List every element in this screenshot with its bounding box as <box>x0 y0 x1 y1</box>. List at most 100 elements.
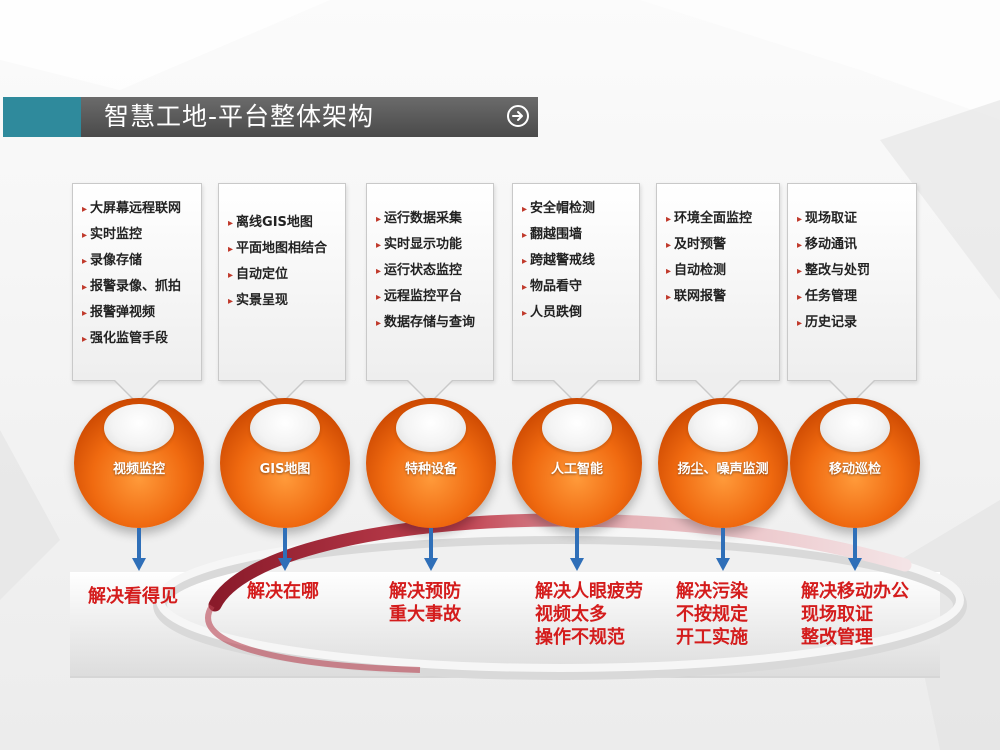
triangle-bullet-icon: ▸ <box>376 292 382 303</box>
feature-callout: ▸ 安全帽检测 ▸ 翻越围墙 ▸ 跨越警戒线 ▸ 物品看守 ▸ 人员跌倒 <box>512 183 640 404</box>
feature-item: ▸ 安全帽检测 <box>522 196 595 222</box>
feature-text: 联网报警 <box>674 289 727 304</box>
feature-item: ▸ 及时预警 <box>666 232 752 258</box>
triangle-bullet-icon: ▸ <box>797 292 803 303</box>
triangle-bullet-icon: ▸ <box>522 308 528 319</box>
triangle-bullet-icon: ▸ <box>376 214 382 225</box>
feature-text: 现场取证 <box>805 211 858 226</box>
triangle-bullet-icon: ▸ <box>228 270 234 281</box>
result-line: 解决看得见 <box>88 586 178 607</box>
triangle-bullet-icon: ▸ <box>522 230 528 241</box>
sphere-highlight <box>104 404 174 452</box>
arrow-down-icon <box>848 528 862 571</box>
triangle-bullet-icon: ▸ <box>228 218 234 229</box>
feature-item: ▸ 平面地图相结合 <box>228 236 327 262</box>
triangle-bullet-icon: ▸ <box>522 204 528 215</box>
feature-text: 数据存储与查询 <box>384 315 476 330</box>
feature-item: ▸ 运行状态监控 <box>376 258 475 284</box>
module-sphere: 移动巡检 <box>790 398 920 528</box>
module-sphere: 人工智能 <box>512 398 642 528</box>
sphere-highlight <box>820 404 890 452</box>
feature-item: ▸ 历史记录 <box>797 310 870 336</box>
feature-item: ▸ 实时显示功能 <box>376 232 475 258</box>
triangle-bullet-icon: ▸ <box>82 256 88 267</box>
feature-item: ▸ 数据存储与查询 <box>376 310 475 336</box>
module-sphere: 视频监控 <box>74 398 204 528</box>
feature-text: 录像存储 <box>90 253 143 268</box>
feature-item: ▸ 离线GIS地图 <box>228 210 327 236</box>
result-text: 解决污染 不按规定 开工实施 <box>676 580 748 649</box>
triangle-bullet-icon: ▸ <box>228 244 234 255</box>
feature-item: ▸ 实时监控 <box>82 222 181 248</box>
feature-list: ▸ 环境全面监控 ▸ 及时预警 ▸ 自动检测 ▸ 联网报警 <box>666 206 752 310</box>
feature-item: ▸ 自动定位 <box>228 262 327 288</box>
feature-text: 历史记录 <box>805 315 858 330</box>
sphere-highlight <box>250 404 320 452</box>
feature-list: ▸ 离线GIS地图 ▸ 平面地图相结合 ▸ 自动定位 ▸ 实景呈现 <box>228 210 327 314</box>
feature-item: ▸ 跨越警戒线 <box>522 248 595 274</box>
arrow-down-icon <box>570 528 584 571</box>
feature-text: 实景呈现 <box>236 293 289 308</box>
feature-item: ▸ 报警录像、抓拍 <box>82 274 181 300</box>
module-name: GIS地图 <box>259 462 311 477</box>
feature-text: 运行状态监控 <box>384 263 463 278</box>
feature-text: 整改与处罚 <box>805 263 871 278</box>
triangle-bullet-icon: ▸ <box>522 256 528 267</box>
feature-list: ▸ 现场取证 ▸ 移动通讯 ▸ 整改与处罚 ▸ 任务管理 ▸ 历史记录 <box>797 206 870 336</box>
feature-item: ▸ 强化监管手段 <box>82 326 181 352</box>
feature-item: ▸ 现场取证 <box>797 206 870 232</box>
feature-text: 远程监控平台 <box>384 289 463 304</box>
result-line: 解决在哪 <box>247 581 319 602</box>
feature-item: ▸ 录像存储 <box>82 248 181 274</box>
result-text: 解决在哪 <box>247 580 319 603</box>
module-sphere: 扬尘、噪声监测 <box>658 398 788 528</box>
feature-text: 移动通讯 <box>805 237 858 252</box>
feature-item: ▸ 人员跌倒 <box>522 300 595 326</box>
module-name: 视频监控 <box>112 462 165 477</box>
feature-item: ▸ 联网报警 <box>666 284 752 310</box>
triangle-bullet-icon: ▸ <box>82 334 88 345</box>
result-line: 现场取证 <box>801 604 873 625</box>
triangle-bullet-icon: ▸ <box>666 292 672 303</box>
arrow-down-icon <box>132 528 146 571</box>
module-name: 特种设备 <box>404 462 457 477</box>
module-name: 人工智能 <box>550 462 603 477</box>
triangle-bullet-icon: ▸ <box>82 230 88 241</box>
feature-text: 运行数据采集 <box>384 211 463 226</box>
triangle-bullet-icon: ▸ <box>82 282 88 293</box>
feature-callout: ▸ 离线GIS地图 ▸ 平面地图相结合 ▸ 自动定位 ▸ 实景呈现 <box>218 183 346 404</box>
result-line: 整改管理 <box>801 627 873 648</box>
result-text: 解决预防 重大事故 <box>389 580 461 626</box>
arrow-down-icon <box>424 528 438 571</box>
feature-item: ▸ 大屏幕远程联网 <box>82 196 181 222</box>
feature-text: 自动定位 <box>236 267 289 282</box>
result-line: 开工实施 <box>676 627 748 648</box>
result-line: 操作不规范 <box>535 627 625 648</box>
feature-text: 物品看守 <box>530 279 583 294</box>
sphere-highlight <box>396 404 466 452</box>
triangle-bullet-icon: ▸ <box>797 214 803 225</box>
result-line: 解决污染 <box>676 581 748 602</box>
feature-list: ▸ 大屏幕远程联网 ▸ 实时监控 ▸ 录像存储 ▸ 报警录像、抓拍 ▸ 报警弹视频 ▸ 强化监管手段 <box>82 196 181 352</box>
triangle-bullet-icon: ▸ <box>522 282 528 293</box>
arrow-down-icon <box>278 528 292 571</box>
feature-text: 强化监管手段 <box>90 331 169 346</box>
feature-text: 离线GIS地图 <box>236 215 313 230</box>
module-name: 扬尘、噪声监测 <box>677 462 769 477</box>
result-line: 解决人眼疲劳 <box>535 581 643 602</box>
feature-item: ▸ 整改与处罚 <box>797 258 870 284</box>
result-line: 视频太多 <box>535 604 607 625</box>
triangle-bullet-icon: ▸ <box>797 318 803 329</box>
triangle-bullet-icon: ▸ <box>666 266 672 277</box>
feature-item: ▸ 实景呈现 <box>228 288 327 314</box>
feature-text: 实时监控 <box>90 227 143 242</box>
result-text: 解决人眼疲劳 视频太多 操作不规范 <box>535 580 643 649</box>
result-line: 不按规定 <box>676 604 748 625</box>
module-sphere: GIS地图 <box>220 398 350 528</box>
feature-item: ▸ 自动检测 <box>666 258 752 284</box>
feature-item: ▸ 物品看守 <box>522 274 595 300</box>
feature-item: ▸ 移动通讯 <box>797 232 870 258</box>
arrow-down-icon <box>716 528 730 571</box>
feature-text: 翻越围墙 <box>530 227 583 242</box>
triangle-bullet-icon: ▸ <box>666 214 672 225</box>
